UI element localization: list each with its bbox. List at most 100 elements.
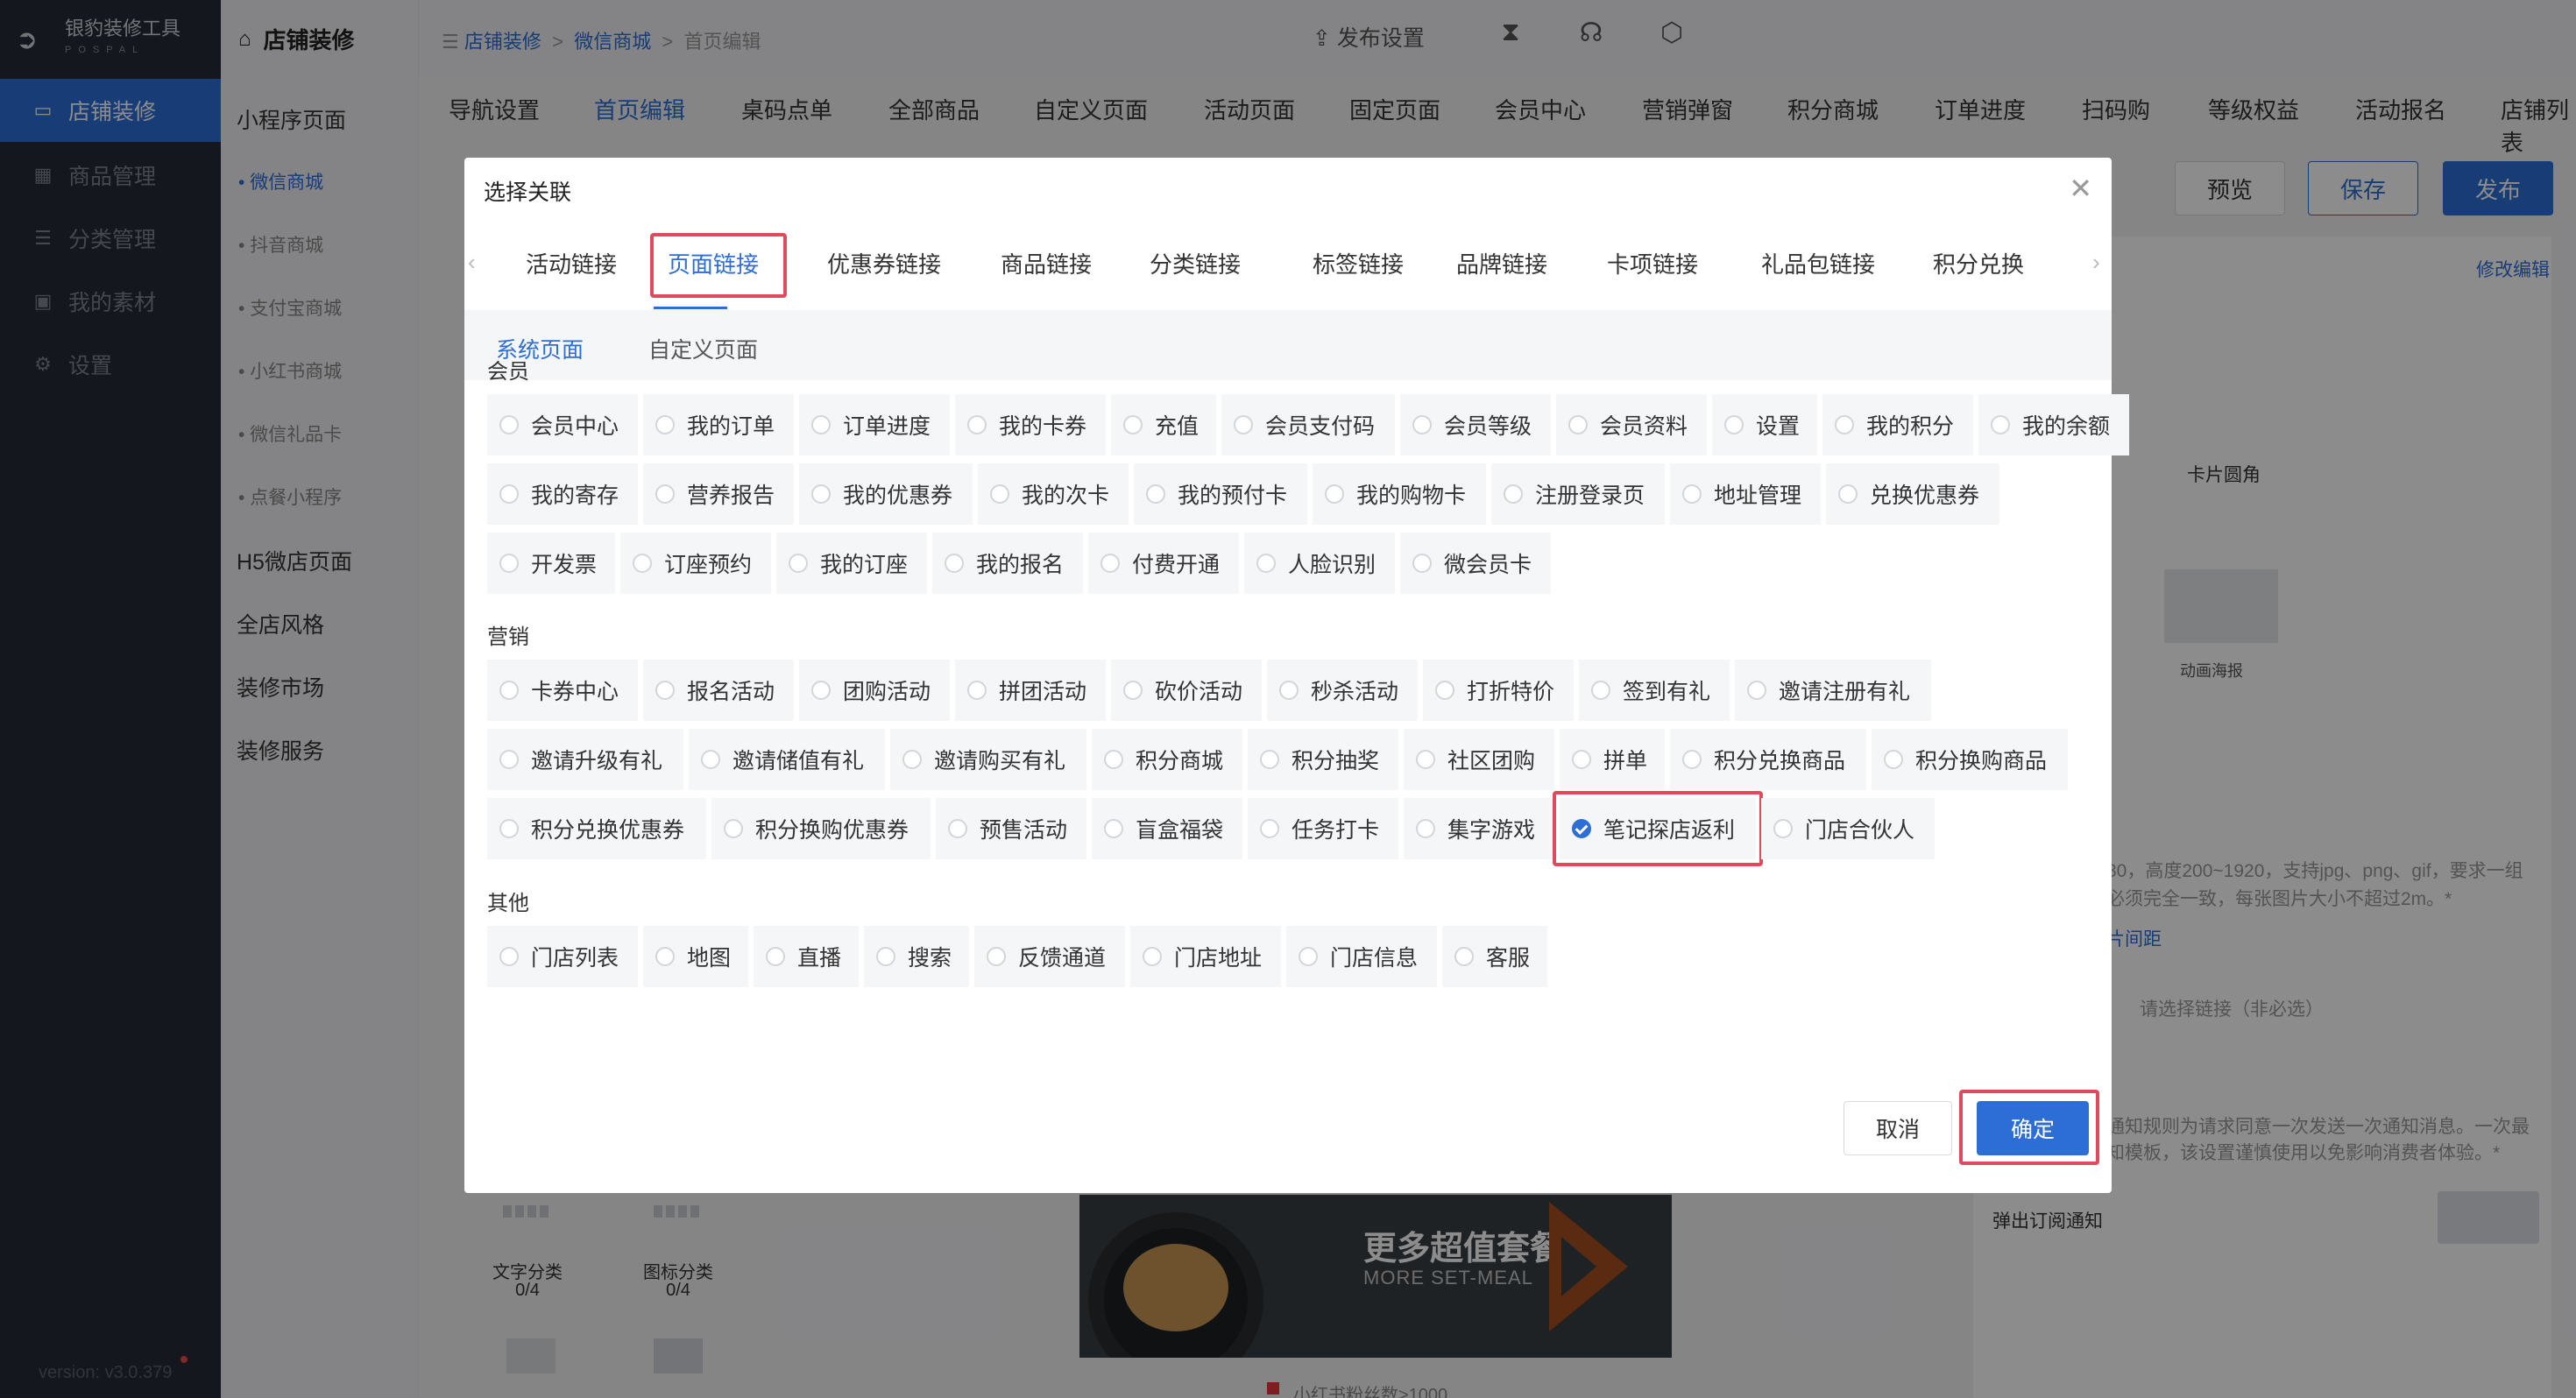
option-label: 我的订座	[820, 553, 909, 577]
radio-option[interactable]: 盲盒福袋	[1092, 798, 1242, 859]
radio-option[interactable]: 充值	[1111, 394, 1216, 455]
radio-option[interactable]: 积分换购优惠券	[711, 798, 931, 859]
radio-option[interactable]: 搜索	[864, 926, 969, 987]
radio-option[interactable]: 人脸识别	[1244, 533, 1395, 594]
radio-icon	[811, 415, 831, 434]
radio-option[interactable]: 邀请升级有礼	[487, 729, 683, 790]
radio-option[interactable]: 积分抽奖	[1248, 729, 1398, 790]
radio-icon	[1256, 554, 1276, 573]
radio-option[interactable]: 地址管理	[1670, 463, 1821, 525]
radio-option[interactable]: 订单进度	[799, 394, 950, 455]
radio-icon	[1724, 415, 1744, 434]
radio-option[interactable]: 门店列表	[487, 926, 638, 987]
option-label: 打折特价	[1467, 680, 1555, 704]
radio-option[interactable]: 任务打卡	[1248, 798, 1398, 859]
radio-option[interactable]: 开发票	[487, 533, 615, 594]
radio-option[interactable]: 会员资料	[1556, 394, 1707, 455]
radio-option[interactable]: 营养报告	[643, 463, 794, 525]
option-label: 营养报告	[687, 484, 775, 508]
radio-option[interactable]: 积分换购商品	[1872, 729, 2068, 790]
cancel-button[interactable]: 取消	[1844, 1101, 1952, 1155]
link-tab-activity[interactable]: 活动链接	[526, 247, 617, 279]
radio-option[interactable]: 门店信息	[1286, 926, 1437, 987]
radio-option[interactable]: 会员支付码	[1221, 394, 1395, 455]
section-title: 营销	[487, 625, 529, 649]
radio-option[interactable]: 反馈通道	[974, 926, 1125, 987]
option-label: 邀请注册有礼	[1779, 680, 1911, 704]
radio-option[interactable]: 付费开通	[1088, 533, 1239, 594]
radio-option[interactable]: 我的优惠券	[799, 463, 973, 525]
radio-option[interactable]: 砍价活动	[1111, 660, 1262, 721]
radio-option[interactable]: 设置	[1712, 394, 1817, 455]
link-tab-card[interactable]: 卡项链接	[1607, 247, 1698, 279]
radio-option[interactable]: 邀请注册有礼	[1735, 660, 1931, 721]
option-label: 我的预付卡	[1178, 484, 1288, 508]
link-tab-product[interactable]: 商品链接	[1001, 247, 1092, 279]
chevron-left-icon[interactable]: ‹	[468, 249, 476, 276]
radio-option[interactable]: 拼单	[1560, 729, 1665, 790]
radio-option[interactable]: 我的预付卡	[1134, 463, 1307, 525]
radio-option[interactable]: 打折特价	[1423, 660, 1574, 721]
confirm-highlight-box	[1959, 1090, 2099, 1165]
radio-icon	[499, 484, 519, 504]
radio-option[interactable]: 微会员卡	[1400, 533, 1551, 594]
radio-option[interactable]: 门店合伙人	[1761, 798, 1935, 859]
radio-option[interactable]: 团购活动	[799, 660, 950, 721]
subtab-custom-pages[interactable]: 自定义页面	[648, 333, 758, 364]
radio-option[interactable]: 我的卡券	[955, 394, 1106, 455]
option-label: 团购活动	[843, 680, 931, 704]
option-label: 拼单	[1603, 749, 1648, 773]
radio-option[interactable]: 我的寄存	[487, 463, 638, 525]
radio-option[interactable]: 预售活动	[936, 798, 1086, 859]
radio-icon	[1412, 415, 1432, 434]
active-tab-underline	[654, 307, 727, 309]
option-label: 付费开通	[1132, 553, 1221, 577]
link-tab-category[interactable]: 分类链接	[1150, 247, 1241, 279]
radio-option[interactable]: 签到有礼	[1579, 660, 1730, 721]
radio-option[interactable]: 我的积分	[1822, 394, 1973, 455]
radio-option[interactable]: 邀请购买有礼	[890, 729, 1086, 790]
radio-option[interactable]: 会员中心	[487, 394, 638, 455]
radio-option[interactable]: 集字游戏	[1404, 798, 1554, 859]
radio-icon	[1682, 750, 1702, 769]
link-tab-points-exchange[interactable]: 积分兑换	[1933, 247, 2024, 279]
radio-icon	[876, 947, 895, 966]
option-label: 地图	[687, 946, 732, 971]
radio-option[interactable]: 注册登录页	[1491, 463, 1665, 525]
radio-option[interactable]: 订座预约	[620, 533, 771, 594]
option-label: 地址管理	[1714, 484, 1802, 508]
option-label: 会员等级	[1444, 414, 1532, 439]
radio-option[interactable]: 我的报名	[932, 533, 1083, 594]
link-tab-coupon[interactable]: 优惠券链接	[827, 247, 941, 279]
radio-option[interactable]: 秒杀活动	[1267, 660, 1418, 721]
radio-option[interactable]: 邀请储值有礼	[689, 729, 885, 790]
radio-option[interactable]: 我的订单	[643, 394, 794, 455]
radio-option[interactable]: 我的订座	[776, 533, 927, 594]
link-tab-brand[interactable]: 品牌链接	[1456, 247, 1547, 279]
radio-option[interactable]: 积分兑换商品	[1670, 729, 1866, 790]
option-label: 门店合伙人	[1805, 818, 1915, 843]
radio-option[interactable]: 会员等级	[1400, 394, 1551, 455]
radio-option[interactable]: 积分商城	[1092, 729, 1242, 790]
radio-option[interactable]: 我的购物卡	[1313, 463, 1486, 525]
radio-option[interactable]: 社区团购	[1404, 729, 1554, 790]
radio-icon	[1100, 554, 1120, 573]
radio-icon	[1835, 415, 1854, 434]
radio-option[interactable]: 我的次卡	[978, 463, 1129, 525]
radio-option[interactable]: 卡券中心	[487, 660, 638, 721]
chevron-right-icon[interactable]: ›	[2092, 249, 2100, 276]
radio-option[interactable]: 直播	[754, 926, 859, 987]
link-tab-giftpack[interactable]: 礼品包链接	[1761, 247, 1875, 279]
radio-option[interactable]: 客服	[1442, 926, 1547, 987]
radio-option[interactable]: 我的余额	[1978, 394, 2129, 455]
radio-option[interactable]: 报名活动	[643, 660, 794, 721]
radio-option[interactable]: 积分兑换优惠券	[487, 798, 706, 859]
radio-icon	[633, 554, 652, 573]
radio-option[interactable]: 兑换优惠券	[1826, 463, 1999, 525]
radio-option[interactable]: 门店地址	[1130, 926, 1281, 987]
link-tab-tag[interactable]: 标签链接	[1313, 247, 1404, 279]
radio-option[interactable]: 拼团活动	[955, 660, 1106, 721]
close-icon[interactable]: ✕	[2069, 172, 2092, 205]
radio-option[interactable]: 地图	[643, 926, 748, 987]
option-label: 会员资料	[1600, 414, 1688, 439]
